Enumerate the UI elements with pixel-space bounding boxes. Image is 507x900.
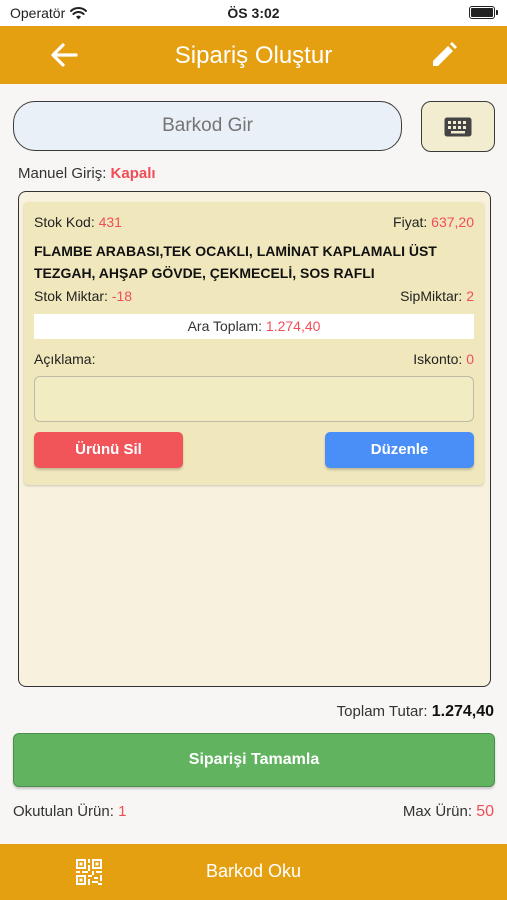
keyboard-button[interactable] — [421, 101, 495, 152]
item-subtotal: Ara Toplam: 1.274,40 — [34, 314, 474, 339]
description-label: Açıklama: — [34, 351, 96, 367]
status-time: ÖS 3:02 — [227, 5, 280, 21]
status-bar: Operatör ÖS 3:02 — [0, 0, 507, 26]
delete-item-button[interactable]: Ürünü Sil — [34, 432, 183, 468]
item-price: Fiyat: 637,20 — [393, 214, 474, 230]
edit-item-button[interactable]: Düzenle — [325, 432, 474, 468]
battery-icon — [469, 6, 498, 19]
discount-label: Iskonto: — [413, 351, 463, 367]
price-value: 637,20 — [431, 214, 474, 230]
stock-code-value: 431 — [98, 214, 122, 230]
app-header: Sipariş Oluştur — [0, 26, 507, 84]
subtotal-value: 1.274,40 — [265, 318, 321, 334]
complete-order-button[interactable]: Siparişi Tamamla — [13, 733, 495, 787]
stock-qty-label: Stok Miktar: — [34, 288, 108, 304]
keyboard-icon — [444, 117, 472, 136]
read-count-value: 1 — [118, 803, 127, 820]
max-count-label: Max Ürün: — [402, 803, 473, 820]
item-discount: Iskonto: 0 — [413, 351, 474, 367]
order-quantity: SipMiktar: 2 — [400, 288, 474, 304]
item-name: FLAMBE ARABASI,TEK OCAKLI, LAMİNAT KAPLA… — [34, 243, 437, 281]
read-count: Okutulan Ürün: 1 — [13, 803, 126, 821]
stock-qty-value: -18 — [111, 288, 133, 304]
discount-value: 0 — [466, 351, 474, 367]
order-qty-value: 2 — [466, 288, 474, 304]
scan-barcode-label: Barkod Oku — [205, 861, 302, 881]
scan-barcode-bar[interactable]: Barkod Oku — [0, 844, 507, 900]
read-count-label: Okutulan Ürün: — [13, 803, 114, 820]
description-input[interactable] — [34, 376, 474, 422]
order-item-list[interactable]: Stok Kod: 431 Fiyat: 637,20 FLAMBE ARABA… — [18, 191, 491, 687]
item-desc-row: Açıklama: Iskonto: 0 — [34, 351, 474, 367]
stock-code: Stok Kod: 431 — [34, 214, 122, 230]
barcode-input[interactable] — [13, 101, 402, 151]
manual-entry-value[interactable]: Kapalı — [111, 165, 156, 182]
subtotal-label: Ara Toplam: — [187, 318, 263, 334]
max-count: Max Ürün: 50 — [403, 803, 494, 821]
total-value: 1.274,40 — [431, 703, 494, 720]
order-total: Toplam Tutar: 1.274,40 — [337, 703, 494, 721]
stock-code-label: Stok Kod: — [34, 214, 95, 230]
price-label: Fiyat: — [393, 214, 428, 230]
item-qty-row: Stok Miktar: -18 SipMiktar: 2 — [34, 288, 474, 304]
max-count-value: 50 — [476, 803, 494, 820]
order-qty-label: SipMiktar: — [400, 288, 463, 304]
stock-quantity: Stok Miktar: -18 — [34, 288, 132, 304]
item-header-row: Stok Kod: 431 Fiyat: 637,20 — [34, 214, 474, 230]
manual-entry-status: Manuel Giriş: Kapalı — [18, 165, 156, 182]
manual-entry-label: Manuel Giriş: — [18, 165, 107, 182]
pencil-icon[interactable] — [429, 40, 459, 70]
total-label: Toplam Tutar: — [336, 703, 428, 720]
item-counts: Okutulan Ürün: 1 Max Ürün: 50 — [13, 803, 494, 821]
order-item-card: Stok Kod: 431 Fiyat: 637,20 FLAMBE ARABA… — [24, 202, 484, 485]
